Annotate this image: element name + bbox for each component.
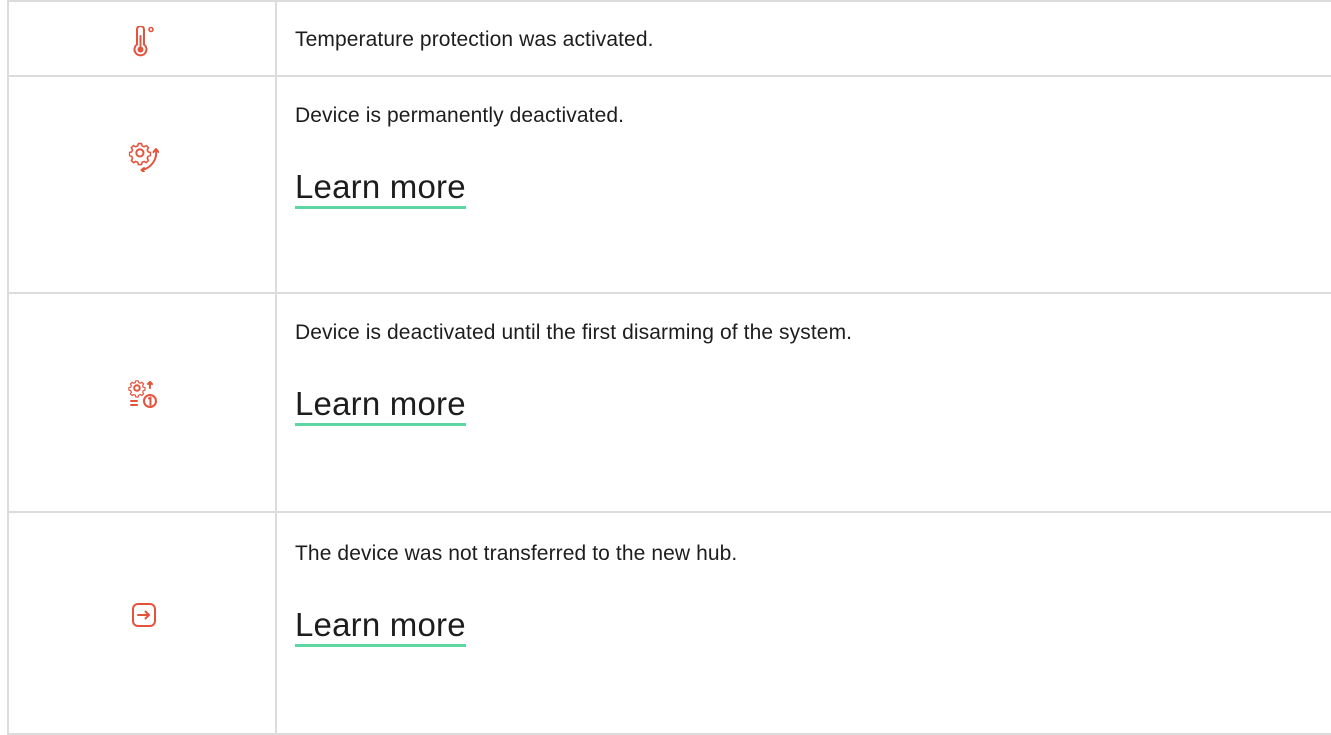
description-cell: Temperature protection was activated. <box>275 0 1331 77</box>
icon-cell <box>7 75 277 294</box>
description-cell: The device was not transferred to the ne… <box>275 511 1331 735</box>
learn-more-link[interactable]: Learn more <box>295 385 466 426</box>
table-row: The device was not transferred to the ne… <box>7 511 1331 735</box>
table-row: Device is deactivated until the first di… <box>7 292 1331 513</box>
gear-deactivated-icon <box>129 142 159 172</box>
row-description: Temperature protection was activated. <box>295 27 654 51</box>
gear-deactivated-once-icon <box>128 379 160 411</box>
icon-cell <box>7 511 277 735</box>
table-row: Temperature protection was activated. <box>7 0 1331 77</box>
description-cell: Device is deactivated until the first di… <box>275 292 1331 513</box>
description-cell: Device is permanently deactivated. Learn… <box>275 75 1331 294</box>
row-description: Device is deactivated until the first di… <box>295 321 853 344</box>
transfer-arrow-icon <box>131 602 157 628</box>
icon-cell <box>7 0 277 77</box>
learn-more-link[interactable]: Learn more <box>295 168 466 209</box>
status-table: Temperature protection was activated. De… <box>7 0 1331 735</box>
icon-cell <box>7 292 277 513</box>
row-description: The device was not transferred to the ne… <box>295 542 738 565</box>
thermometer-icon <box>131 25 157 58</box>
row-description: Device is permanently deactivated. <box>295 104 625 127</box>
table-row: Device is permanently deactivated. Learn… <box>7 75 1331 294</box>
learn-more-link[interactable]: Learn more <box>295 606 466 647</box>
